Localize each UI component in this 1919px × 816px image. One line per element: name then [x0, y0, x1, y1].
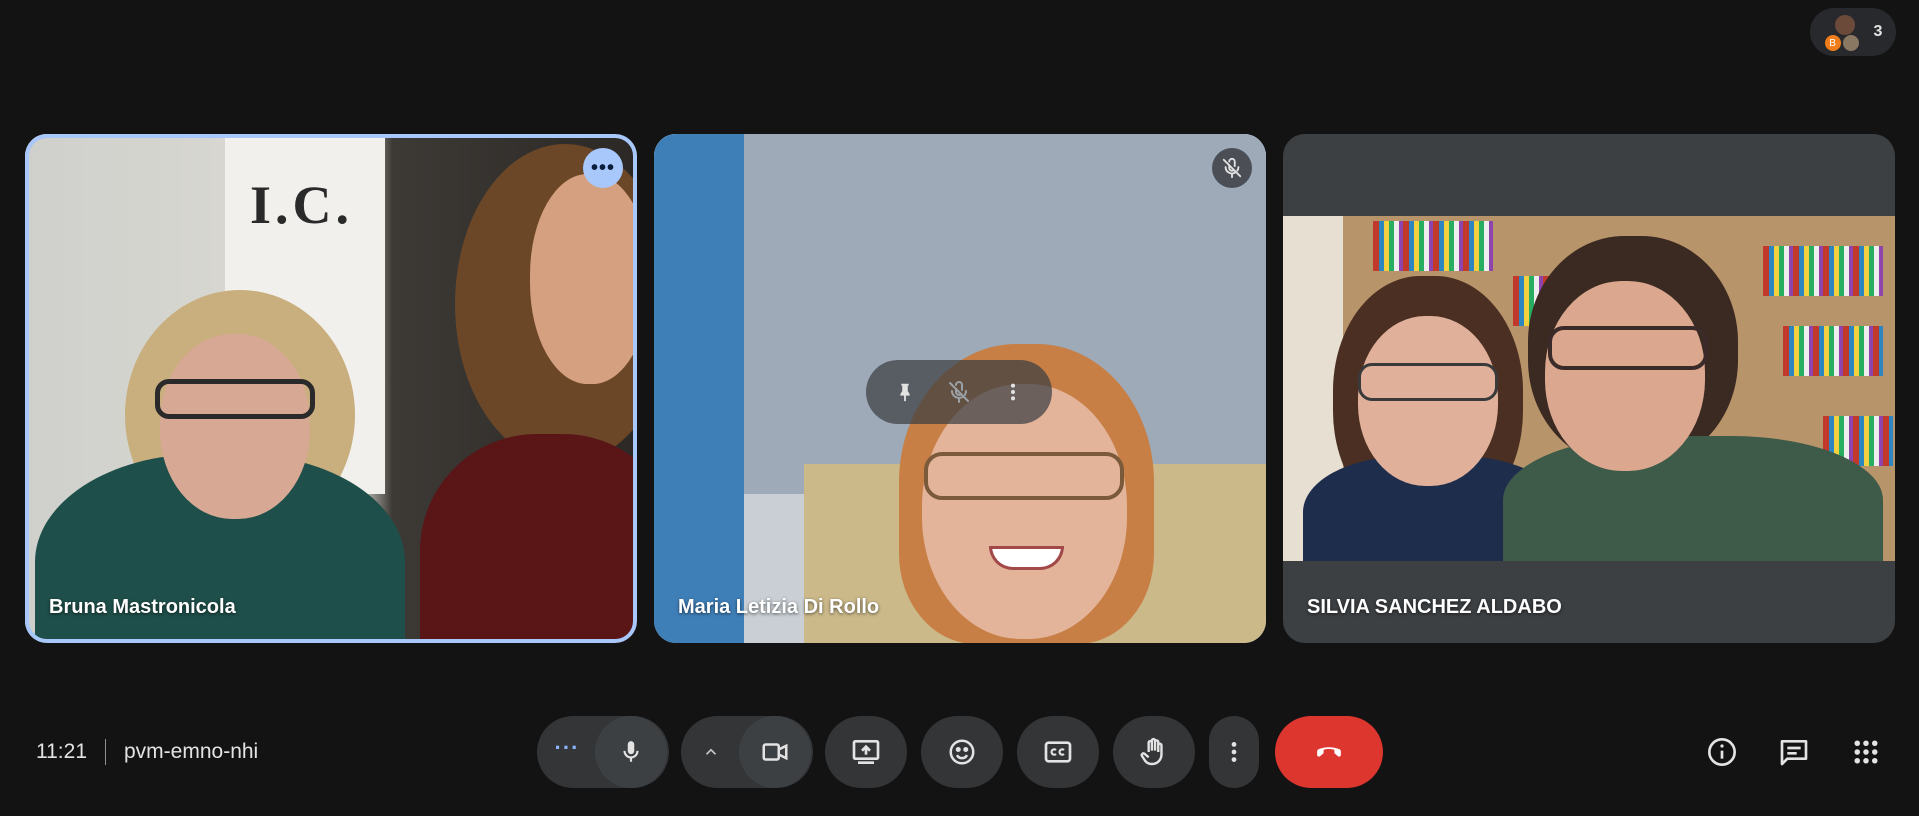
participant-video	[1283, 216, 1895, 561]
meeting-info: 11:21 pvm-emno-nhi	[36, 739, 258, 765]
video-settings-button[interactable]	[683, 716, 739, 788]
mic-off-icon	[949, 381, 969, 403]
participant-avatars: B	[1823, 12, 1860, 52]
closed-caption-icon	[1044, 741, 1072, 763]
videocam-icon	[762, 743, 788, 761]
chat-icon	[1780, 740, 1808, 766]
tile-more-options-button[interactable]	[993, 372, 1033, 412]
chat-button[interactable]	[1772, 730, 1816, 774]
emoji-icon	[949, 739, 975, 765]
microphone-button[interactable]	[595, 716, 667, 788]
leave-call-button[interactable]	[1275, 716, 1383, 788]
muted-indicator	[1212, 148, 1252, 188]
participant-count: 3	[1873, 23, 1883, 40]
audio-settings-button[interactable]: ···	[539, 716, 595, 788]
raise-hand-button[interactable]	[1113, 716, 1195, 788]
avatar	[1841, 34, 1860, 52]
participant-name: Maria Letizia Di Rollo	[678, 596, 880, 618]
reactions-button[interactable]	[921, 716, 1003, 788]
present-button[interactable]	[825, 716, 907, 788]
participant-tile[interactable]: SILVIA SANCHEZ ALDABO	[1283, 134, 1895, 643]
present-screen-icon	[852, 740, 880, 764]
camera-button[interactable]	[739, 716, 811, 788]
banner-text: I.C.	[250, 175, 354, 235]
avatar	[1833, 14, 1856, 36]
participant-name: Bruna Mastronicola	[49, 596, 236, 618]
participant-tile[interactable]: Maria Letizia Di Rollo	[654, 134, 1266, 643]
participants-button[interactable]: B 3	[1810, 8, 1896, 56]
call-end-icon	[1317, 747, 1341, 757]
more-options-button[interactable]	[1209, 716, 1259, 788]
more-vert-icon	[1010, 383, 1016, 401]
more-vert-icon	[1231, 742, 1237, 762]
more-horiz-icon: ···	[554, 735, 580, 760]
activities-button[interactable]	[1844, 730, 1888, 774]
pin-button[interactable]	[885, 372, 925, 412]
participant-name: SILVIA SANCHEZ ALDABO	[1307, 596, 1562, 618]
tile-hover-controls	[866, 360, 1052, 424]
participant-tile[interactable]: I.C. ••• Bruna Mastronicola	[25, 134, 637, 643]
meeting-code[interactable]: pvm-emno-nhi	[124, 740, 258, 764]
meeting-details-button[interactable]	[1700, 730, 1744, 774]
video-control-group	[681, 716, 813, 788]
pin-icon	[900, 383, 910, 402]
info-icon	[1708, 738, 1736, 766]
mic-off-icon	[1222, 157, 1242, 179]
captions-button[interactable]	[1017, 716, 1099, 788]
avatar-initial: B	[1823, 34, 1842, 52]
apps-grid-icon	[1854, 740, 1878, 764]
audio-control-group: ···	[537, 716, 669, 788]
divider	[105, 739, 106, 765]
meeting-time: 11:21	[36, 740, 87, 763]
participant-video: I.C.	[25, 134, 637, 643]
mute-participant-button[interactable]	[939, 372, 979, 412]
chevron-up-icon	[705, 748, 717, 755]
more-horiz-icon: •••	[590, 156, 615, 179]
hand-icon	[1140, 737, 1163, 766]
mic-icon	[623, 741, 639, 762]
tile-more-options-button[interactable]: •••	[583, 148, 623, 188]
